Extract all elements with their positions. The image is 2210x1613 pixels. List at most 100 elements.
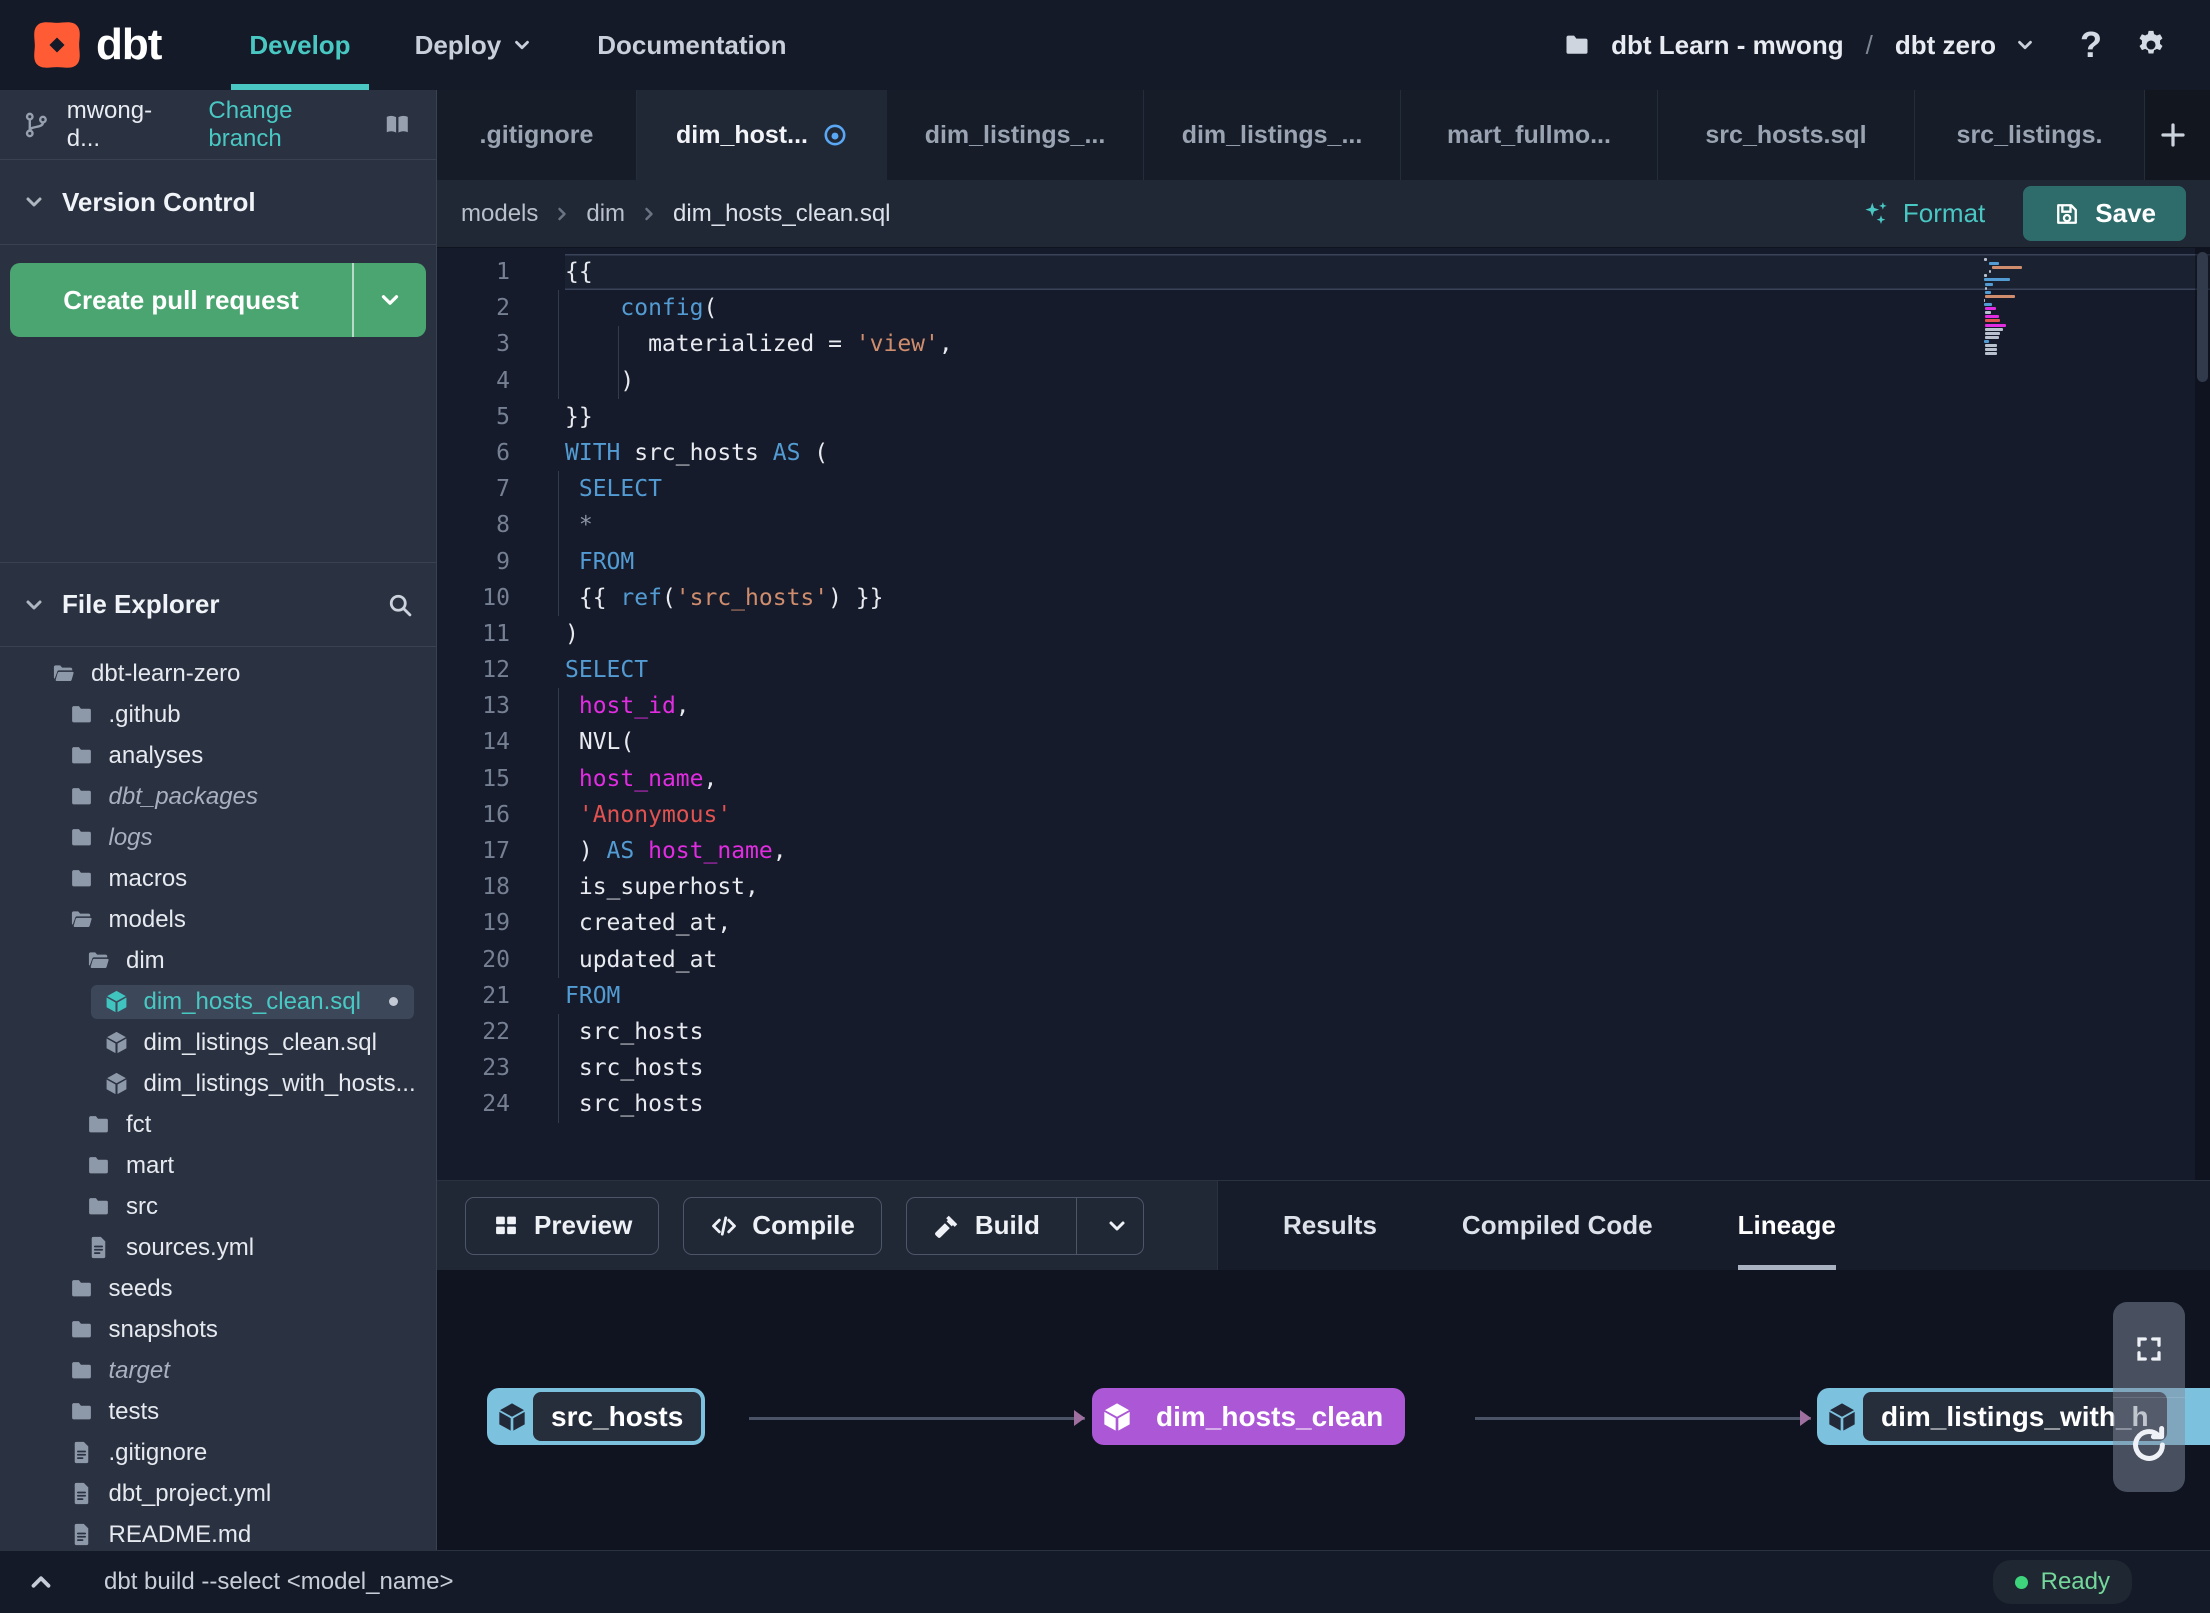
pull-request-dropdown[interactable] bbox=[354, 263, 426, 337]
code-line-22[interactable]: 22 src_hosts bbox=[437, 1013, 2210, 1051]
code-line-2[interactable]: 2 config( bbox=[437, 290, 2210, 327]
settings-gear-icon[interactable] bbox=[2134, 28, 2168, 62]
code-line-5[interactable]: 5}} bbox=[437, 399, 2210, 435]
environment-chevron-down-icon[interactable] bbox=[2014, 34, 2036, 56]
add-tab-button[interactable] bbox=[2145, 90, 2201, 180]
tree-item-seeds[interactable]: seeds bbox=[0, 1268, 436, 1309]
tab-mart-fullmo...[interactable]: mart_fullmo... bbox=[1401, 90, 1658, 180]
panel-tab-results[interactable]: Results bbox=[1283, 1181, 1377, 1270]
tab-.gitignore[interactable]: .gitignore bbox=[437, 90, 637, 180]
fullscreen-icon bbox=[2134, 1334, 2164, 1364]
code-line-11[interactable]: 11) bbox=[437, 616, 2210, 652]
tree-item-logs[interactable]: logs bbox=[0, 817, 436, 858]
docs-book-icon[interactable] bbox=[381, 111, 414, 139]
build-dropdown[interactable] bbox=[1091, 1214, 1143, 1238]
code-line-19[interactable]: 19 created_at, bbox=[437, 905, 2210, 942]
tab-dim-listings-...[interactable]: dim_listings_... bbox=[1144, 90, 1401, 180]
code-line-7[interactable]: 7 SELECT bbox=[437, 471, 2210, 508]
tab-dim-listings-...[interactable]: dim_listings_... bbox=[887, 90, 1144, 180]
tree-item-macros[interactable]: macros bbox=[0, 858, 436, 899]
code-line-16[interactable]: 16 'Anonymous' bbox=[437, 796, 2210, 833]
kebab-menu-icon[interactable] bbox=[2158, 1567, 2184, 1597]
nav-item-deploy[interactable]: Deploy bbox=[387, 0, 562, 90]
panel-tab-lineage[interactable]: Lineage bbox=[1737, 1181, 1836, 1270]
code-line-10[interactable]: 10 {{ ref('src_hosts') }} bbox=[437, 579, 2210, 616]
lineage-node-src_hosts[interactable]: src_hosts bbox=[487, 1388, 706, 1445]
tree-item-content: dim_hosts_clean.sql bbox=[90, 984, 414, 1019]
tree-item-label: logs bbox=[108, 823, 153, 851]
compile-button[interactable]: Compile bbox=[683, 1196, 882, 1255]
code-line-12[interactable]: 12 SELECT bbox=[437, 652, 2210, 688]
code-line-1[interactable]: 1 {{ bbox=[437, 254, 2210, 291]
project-name[interactable]: dbt Learn - mwong bbox=[1611, 30, 1844, 61]
scrollbar-thumb[interactable] bbox=[2197, 252, 2208, 382]
build-button[interactable]: Build bbox=[905, 1196, 1145, 1255]
tree-item-.gitignore[interactable]: .gitignore bbox=[0, 1432, 436, 1473]
code-line-23[interactable]: 23 src_hosts bbox=[437, 1050, 2210, 1087]
change-branch-link[interactable]: Change branch bbox=[208, 97, 365, 153]
create-pull-request-button[interactable]: Create pull request bbox=[10, 263, 426, 337]
tree-item-dim-hosts-clean.sql[interactable]: dim_hosts_clean.sql bbox=[0, 981, 436, 1022]
chevron-up-icon[interactable] bbox=[26, 1567, 56, 1597]
tree-item-sources.yml[interactable]: sources.yml bbox=[0, 1227, 436, 1268]
tree-item-mart[interactable]: mart bbox=[0, 1145, 436, 1186]
code-lines: 1{{2 config(3 materialized = 'view', 4 ) 5… bbox=[437, 254, 2210, 1123]
tree-item-dbt-learn-zero[interactable]: dbt-learn-zero bbox=[0, 653, 436, 694]
nav-item-develop[interactable]: Develop bbox=[221, 0, 378, 90]
code-line-24[interactable]: 24 src_hosts bbox=[437, 1086, 2210, 1123]
dbt-logo[interactable]: dbt bbox=[28, 0, 162, 90]
reset-view-button[interactable] bbox=[2113, 1396, 2185, 1493]
line-number: 17 bbox=[482, 838, 510, 864]
tree-item-dbt-packages[interactable]: dbt_packages bbox=[0, 776, 436, 817]
tree-item-dbt-project.yml[interactable]: dbt_project.yml bbox=[0, 1473, 436, 1514]
tree-item-tests[interactable]: tests bbox=[0, 1391, 436, 1432]
code-line-6[interactable]: 6 WITH src_hosts AS ( bbox=[437, 435, 2210, 471]
tab-src-listings.[interactable]: src_listings. bbox=[1915, 90, 2145, 180]
tab-src-hosts.sql[interactable]: src_hosts.sql bbox=[1658, 90, 1915, 180]
help-icon[interactable]: ? bbox=[2080, 24, 2102, 66]
code-line-18[interactable]: 18 is_superhost, bbox=[437, 869, 2210, 906]
code-line-15[interactable]: 15 host_name, bbox=[437, 760, 2210, 797]
tree-item-analyses[interactable]: analyses bbox=[0, 735, 436, 776]
code-line-20[interactable]: 20 updated_at bbox=[437, 941, 2210, 978]
tree-item-models[interactable]: models bbox=[0, 899, 436, 940]
version-control-header[interactable]: Version Control bbox=[0, 160, 436, 245]
code-line-17[interactable]: 17 ) AS host_name, bbox=[437, 833, 2210, 870]
search-icon[interactable] bbox=[386, 591, 414, 619]
code-line-21[interactable]: 21 FROM bbox=[437, 978, 2210, 1014]
tree-item-fct[interactable]: fct bbox=[0, 1104, 436, 1145]
tree-item-target[interactable]: target bbox=[0, 1350, 436, 1391]
code-line-3[interactable]: 3 materialized = 'view', bbox=[437, 326, 2210, 363]
preview-button[interactable]: Preview bbox=[465, 1196, 660, 1255]
tree-item-dim-listings-clean.sql[interactable]: dim_listings_clean.sql bbox=[0, 1022, 436, 1063]
minimap[interactable] bbox=[1984, 258, 2034, 356]
breadcrumb-item-dim-hosts-clean.sql[interactable]: dim_hosts_clean.sql bbox=[673, 200, 890, 228]
tree-item-README.md[interactable]: README.md bbox=[0, 1514, 436, 1550]
tree-item-snapshots[interactable]: snapshots bbox=[0, 1309, 436, 1350]
tab-dim-host...[interactable]: dim_host... bbox=[637, 90, 887, 180]
tree-item-content: fct bbox=[73, 1108, 167, 1142]
tree-item-.github[interactable]: .github bbox=[0, 694, 436, 735]
breadcrumb-item-dim[interactable]: dim bbox=[586, 200, 625, 228]
code-line-13[interactable]: 13 host_id, bbox=[437, 688, 2210, 725]
indent-guide bbox=[558, 579, 559, 616]
breadcrumb-item-models[interactable]: models bbox=[461, 200, 538, 228]
file-explorer-header[interactable]: File Explorer bbox=[0, 563, 436, 647]
nav-item-documentation[interactable]: Documentation bbox=[569, 0, 814, 90]
fullscreen-button[interactable] bbox=[2113, 1302, 2185, 1397]
lineage-node-dim_hosts_clean[interactable]: dim_hosts_clean bbox=[1092, 1388, 1406, 1445]
save-button[interactable]: Save bbox=[2023, 186, 2186, 241]
code-line-8[interactable]: 8 * bbox=[437, 507, 2210, 544]
environment-name[interactable]: dbt zero bbox=[1895, 30, 1996, 61]
code-editor[interactable]: 1{{2 config(3 materialized = 'view', 4 ) 5… bbox=[437, 248, 2210, 1180]
command-input[interactable]: dbt build --select <model_name> bbox=[104, 1568, 454, 1596]
tree-item-src[interactable]: src bbox=[0, 1186, 436, 1227]
format-button[interactable]: Format bbox=[1861, 198, 1985, 229]
code-line-9[interactable]: 9 FROM bbox=[437, 543, 2210, 580]
code-line-4[interactable]: 4 ) bbox=[437, 362, 2210, 399]
code-line-14[interactable]: 14 NVL( bbox=[437, 724, 2210, 761]
tree-item-dim-listings-with-hosts...[interactable]: dim_listings_with_hosts... bbox=[0, 1063, 436, 1104]
tree-item-dim[interactable]: dim bbox=[0, 940, 436, 981]
panel-tab-compiled-code[interactable]: Compiled Code bbox=[1462, 1181, 1653, 1270]
editor-scrollbar[interactable] bbox=[2195, 248, 2210, 1180]
